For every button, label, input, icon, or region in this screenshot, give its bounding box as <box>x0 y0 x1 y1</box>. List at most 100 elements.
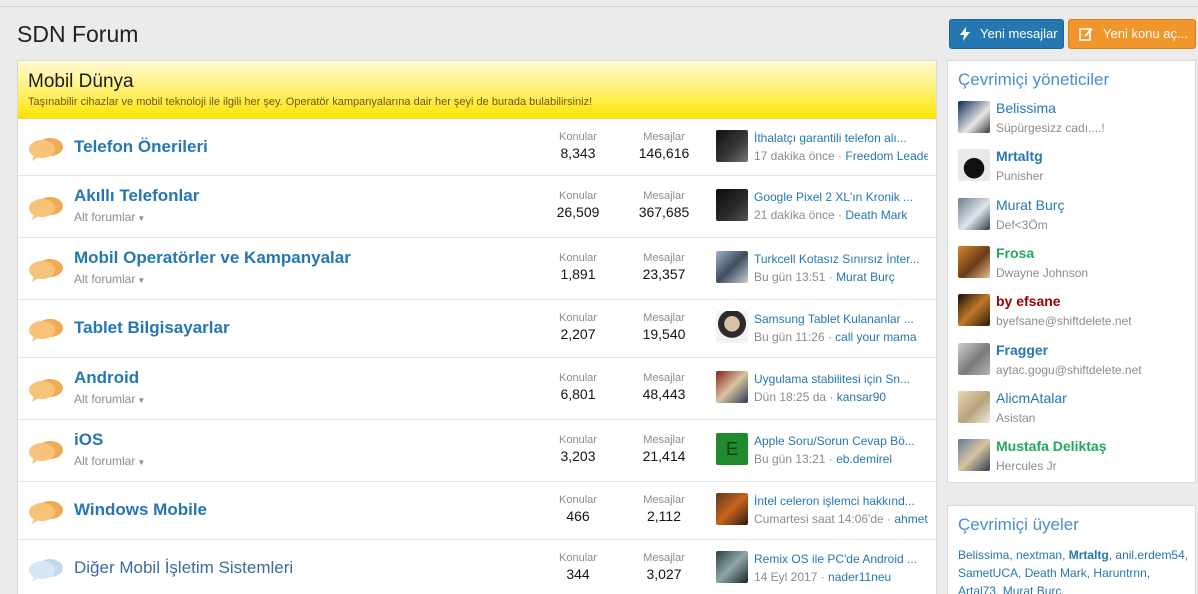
topics-stat: Konular 344 <box>538 552 618 582</box>
last-post-user[interactable]: kansar90 <box>837 390 886 404</box>
topics-label: Konular <box>559 252 597 264</box>
moderator-avatar[interactable] <box>958 391 990 423</box>
caret-down-icon: ▼ <box>137 276 146 285</box>
moderator-avatar[interactable] <box>958 294 990 326</box>
last-post-title[interactable]: Google Pixel 2 XL'ın Kronik ... <box>754 190 926 204</box>
subforums-dropdown[interactable]: Alt forumlar ▼ <box>74 272 145 286</box>
messages-label: Mesajlar <box>643 252 685 264</box>
last-post-user[interactable]: Death Mark <box>845 208 907 222</box>
online-member-link[interactable]: anil.erdem54 <box>1115 548 1184 562</box>
subforums-dropdown[interactable]: Alt forumlar ▼ <box>74 210 145 224</box>
messages-stat: Mesajlar 146,616 <box>624 131 704 161</box>
last-poster-avatar[interactable]: E <box>716 433 748 465</box>
separator: , <box>996 584 1003 594</box>
moderator-avatar[interactable] <box>958 198 990 230</box>
separator: , <box>1062 548 1069 562</box>
forum-title[interactable]: iOS <box>74 430 103 450</box>
online-member-link[interactable]: Mrtaltg <box>1069 548 1109 562</box>
last-post-title[interactable]: Remix OS ile PC'de Android ... <box>754 552 926 566</box>
online-member-link[interactable]: Belissima <box>958 548 1009 562</box>
moderator-name[interactable]: by efsane <box>996 293 1061 309</box>
moderator-avatar[interactable] <box>958 343 990 375</box>
category-title[interactable]: Mobil Dünya <box>28 71 936 93</box>
forum-title[interactable]: Mobil Operatörler ve Kampanyalar <box>74 248 351 268</box>
new-messages-button[interactable]: Yeni mesajlar <box>949 19 1064 49</box>
unread-forum-icon <box>28 136 64 167</box>
messages-label: Mesajlar <box>643 190 685 202</box>
online-members-title[interactable]: Çevrimiçi üyeler <box>958 515 1079 535</box>
moderator-name[interactable]: Murat Burç <box>996 197 1064 213</box>
last-poster-avatar[interactable] <box>716 251 748 283</box>
last-post-user[interactable]: Murat Burç <box>836 270 895 284</box>
moderator-avatar[interactable] <box>958 246 990 278</box>
last-poster-avatar[interactable] <box>716 130 748 162</box>
moderator-name[interactable]: Belissima <box>996 100 1056 116</box>
separator: , <box>1146 566 1151 580</box>
last-post-user[interactable]: nader11neu <box>828 570 891 584</box>
last-poster-avatar[interactable] <box>716 189 748 221</box>
last-post-time: Bu gün 11:26 · <box>754 330 836 344</box>
forum-title[interactable]: Diğer Mobil İşletim Sistemleri <box>74 558 293 578</box>
messages-count: 146,616 <box>638 145 690 161</box>
forum-title[interactable]: Akıllı Telefonlar <box>74 186 199 206</box>
moderator-item: Murat Burç Def<3Öm <box>958 197 1188 238</box>
online-member-link[interactable]: Death Mark <box>1025 566 1087 580</box>
forum-title[interactable]: Telefon Önerileri <box>74 137 208 157</box>
topics-label: Konular <box>559 131 597 143</box>
last-poster-avatar[interactable] <box>716 551 748 583</box>
forum-title[interactable]: Windows Mobile <box>74 500 207 520</box>
online-members-list: Belissima, nextman, Mrtaltg, anil.erdem5… <box>958 546 1190 594</box>
last-poster-avatar[interactable] <box>716 493 748 525</box>
moderator-name[interactable]: Mustafa Deliktaş <box>996 438 1106 454</box>
moderator-avatar[interactable] <box>958 101 990 133</box>
last-post-title[interactable]: Turkcell Kotasız Sınırsız İnter... <box>754 252 926 266</box>
moderator-name[interactable]: Fragger <box>996 342 1048 358</box>
online-member-link[interactable]: SametUCA <box>958 566 1018 580</box>
moderator-avatar[interactable] <box>958 439 990 471</box>
moderator-item: Frosa Dwayne Johnson <box>958 245 1188 286</box>
messages-count: 23,357 <box>642 266 686 282</box>
last-post-user[interactable]: call your mama <box>835 330 916 344</box>
forum-title[interactable]: Tablet Bilgisayarlar <box>74 318 230 338</box>
topics-stat: Konular 8,343 <box>538 131 618 161</box>
online-member-link[interactable]: Haruntrnn <box>1093 566 1146 580</box>
online-member-link[interactable]: Artal73 <box>958 584 996 594</box>
topics-label: Konular <box>559 434 597 446</box>
online-members-panel: Çevrimiçi üyeler Belissima, nextman, Mrt… <box>947 505 1196 594</box>
last-post-user[interactable]: Freedom Leader <box>845 149 928 163</box>
online-moderators-title[interactable]: Çevrimiçi yöneticiler <box>958 70 1109 90</box>
last-post-title[interactable]: Uygulama stabilitesi için Sn... <box>754 372 926 386</box>
moderator-item: Mustafa Deliktaş Hercules Jr <box>958 438 1188 479</box>
moderator-user-title: Süpürgesizz cadı....! <box>996 121 1105 135</box>
last-post-time: 17 dakika önce · <box>754 149 846 163</box>
new-topic-button[interactable]: Yeni konu aç... <box>1068 19 1196 49</box>
forum-title[interactable]: Android <box>74 368 139 388</box>
last-poster-avatar[interactable] <box>716 311 748 343</box>
subforums-label: Alt forumlar <box>74 210 136 224</box>
last-poster-avatar[interactable] <box>716 371 748 403</box>
read-forum-icon <box>28 557 64 588</box>
forum-row: Mobil Operatörler ve Kampanyalar Alt for… <box>18 238 936 300</box>
subforums-dropdown[interactable]: Alt forumlar ▼ <box>74 454 145 468</box>
moderator-name[interactable]: Frosa <box>996 245 1034 261</box>
moderator-name[interactable]: Mrtaltg <box>996 148 1043 164</box>
last-post-title[interactable]: Samsung Tablet Kulananlar ... <box>754 312 926 326</box>
online-member-link[interactable]: nextman <box>1016 548 1062 562</box>
last-post-title[interactable]: İthalatçı garantili telefon alı... <box>754 131 926 145</box>
bolt-icon <box>960 27 970 41</box>
last-post-title[interactable]: İntel celeron işlemci hakkınd... <box>754 494 926 508</box>
forum-row: Diğer Mobil İşletim Sistemleri Konular 3… <box>18 540 936 594</box>
last-post-meta: 17 dakika önce · Freedom Leader <box>754 149 928 163</box>
last-post-user[interactable]: eb.demirel <box>836 452 892 466</box>
topics-label: Konular <box>559 372 597 384</box>
moderator-avatar[interactable] <box>958 149 990 181</box>
subforums-dropdown[interactable]: Alt forumlar ▼ <box>74 392 145 406</box>
messages-count: 3,027 <box>646 566 682 582</box>
messages-count: 367,685 <box>638 204 690 220</box>
last-post-title[interactable]: Apple Soru/Sorun Cevap Bö... <box>754 434 926 448</box>
last-post-user[interactable]: ahmet <box>894 512 927 526</box>
last-post-time: 14 Eyl 2017 · <box>754 570 829 584</box>
moderator-name[interactable]: AlicmAtalar <box>996 390 1067 406</box>
online-member-link[interactable]: Murat Burç <box>1003 584 1062 594</box>
subforums-label: Alt forumlar <box>74 392 136 406</box>
